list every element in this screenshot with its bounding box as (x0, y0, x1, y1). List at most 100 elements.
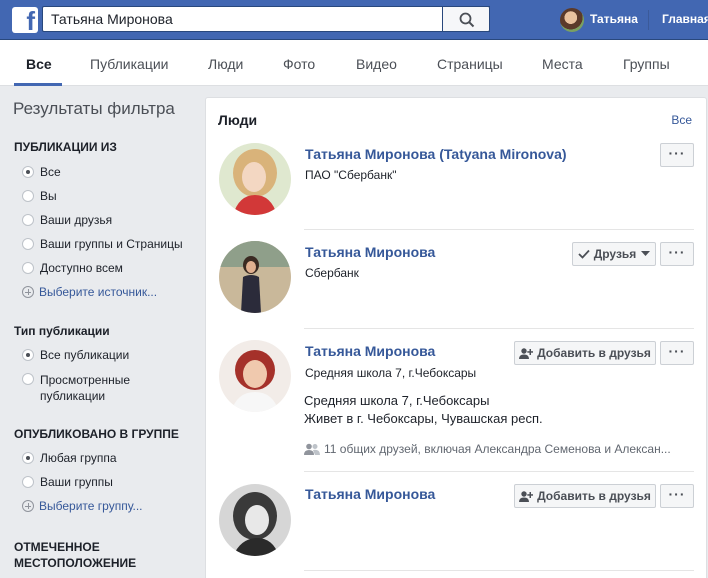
filter-option-any-group[interactable]: Любая группа (22, 451, 117, 465)
radio-checked-icon (22, 166, 34, 178)
person-name-link[interactable]: Татьяна Миронова (305, 343, 435, 359)
more-options-button[interactable]: ··· (660, 242, 694, 266)
check-icon (578, 249, 590, 259)
tab-photos[interactable]: Фото (283, 56, 315, 72)
filter-option-all[interactable]: Все (22, 165, 61, 179)
people-results-card: Люди Все Татьяна Миронова (Tatyana Miron… (205, 97, 707, 578)
user-avatar[interactable] (560, 8, 584, 32)
add-friend-button[interactable]: Добавить в друзья (514, 484, 656, 508)
more-icon: ··· (668, 486, 686, 502)
option-label: Ваши друзья (40, 213, 113, 227)
plus-icon (22, 286, 34, 298)
filter-option-all-posts[interactable]: Все публикации (22, 348, 129, 362)
more-options-button[interactable]: ··· (660, 143, 694, 167)
people-section-title: Люди (218, 112, 258, 128)
radio-icon (22, 238, 34, 250)
search-icon (459, 12, 475, 28)
tab-all[interactable]: Все (26, 56, 52, 72)
avatar[interactable] (219, 143, 291, 215)
radio-icon (22, 373, 34, 385)
filter-sidebar: Результаты фильтра ПУБЛИКАЦИИ ИЗ Все Вы … (0, 87, 200, 578)
filter-option-groups-pages[interactable]: Ваши группы и Страницы (22, 237, 183, 251)
search-tabs: Все Публикации Люди Фото Видео Страницы … (0, 40, 708, 86)
more-options-button[interactable]: ··· (660, 484, 694, 508)
more-icon: ··· (668, 244, 686, 260)
person-name-link[interactable]: Татьяна Миронова (305, 486, 435, 502)
divider (648, 10, 649, 30)
add-friend-button[interactable]: Добавить в друзья (514, 341, 656, 365)
button-label: Друзья (593, 247, 637, 261)
radio-icon (22, 262, 34, 274)
tab-groups[interactable]: Группы (623, 56, 670, 72)
person-name-link[interactable]: Татьяна Миронова (305, 244, 435, 260)
see-all-link[interactable]: Все (671, 113, 692, 127)
profile-photo (219, 484, 291, 556)
search-input[interactable]: Татьяна Миронова (42, 6, 490, 32)
facebook-logo-icon[interactable]: f (12, 7, 38, 33)
filter-option-friends[interactable]: Ваши друзья (22, 213, 112, 227)
tab-people[interactable]: Люди (208, 56, 243, 72)
filter-title: Результаты фильтра (13, 99, 175, 118)
top-bar: f Татьяна Миронова Татьяна Главная (0, 0, 708, 40)
section-heading-post-type: Тип публикации (14, 324, 110, 338)
option-label: Все (40, 165, 61, 179)
more-icon: ··· (668, 343, 686, 359)
choose-source-link[interactable]: Выберите источник... (22, 285, 157, 299)
tab-posts[interactable]: Публикации (90, 56, 168, 72)
filter-option-public[interactable]: Доступно всем (22, 261, 123, 275)
plus-icon (22, 500, 34, 512)
friends-dropdown-button[interactable]: Друзья (572, 242, 656, 266)
option-label: Ваши группы и Страницы (40, 237, 183, 251)
filter-option-you[interactable]: Вы (22, 189, 57, 203)
profile-photo (219, 143, 291, 215)
person-detail-location: Живет в г. Чебоксары, Чувашская респ. (304, 411, 543, 426)
tab-pages[interactable]: Страницы (437, 56, 503, 72)
radio-checked-icon (22, 452, 34, 464)
option-label: Доступно всем (40, 261, 123, 275)
chevron-down-icon (641, 251, 651, 256)
profile-photo (219, 340, 291, 412)
option-label: Вы (40, 189, 57, 203)
link-label: Выберите источник... (39, 285, 158, 299)
option-label: Просмотренные публикации (40, 373, 131, 403)
section-heading-posts-from: ПУБЛИКАЦИИ ИЗ (14, 140, 117, 154)
mutual-friends-text: 11 общих друзей, включая Александра Семе… (324, 442, 671, 456)
more-icon: ··· (668, 145, 686, 161)
choose-group-link[interactable]: Выберите группу... (22, 499, 143, 513)
mutual-friends[interactable]: 11 общих друзей, включая Александра Семе… (304, 442, 671, 456)
radio-icon (22, 190, 34, 202)
button-label: Добавить в друзья (537, 346, 651, 360)
link-label: Выберите группу... (39, 499, 143, 513)
option-label: Любая группа (40, 451, 117, 465)
active-tab-indicator (14, 83, 62, 86)
button-label: Добавить в друзья (537, 489, 651, 503)
section-heading-posted-in-group: ОПУБЛИКОВАНО В ГРУППЕ (14, 427, 179, 441)
divider (304, 328, 694, 329)
divider (304, 471, 694, 472)
section-heading-tagged-location: ОТМЕЧЕННОЕ МЕСТОПОЛОЖЕНИЕ (14, 540, 137, 570)
person-subtitle: ПАО "Сбербанк" (305, 168, 397, 182)
more-options-button[interactable]: ··· (660, 341, 694, 365)
tab-videos[interactable]: Видео (356, 56, 397, 72)
tab-places[interactable]: Места (542, 56, 583, 72)
filter-option-viewed-posts[interactable]: Просмотренные публикации (22, 372, 152, 404)
add-friend-icon (519, 490, 534, 502)
option-label: Ваши группы (40, 475, 113, 489)
person-detail-school: Средняя школа 7, г.Чебоксары (304, 393, 490, 408)
person-subtitle: Средняя школа 7, г.Чебоксары (305, 366, 477, 380)
filter-option-your-groups[interactable]: Ваши группы (22, 475, 113, 489)
divider (304, 229, 694, 230)
radio-checked-icon (22, 349, 34, 361)
avatar[interactable] (219, 241, 291, 313)
avatar[interactable] (219, 340, 291, 412)
search-button[interactable] (442, 6, 490, 32)
add-friend-icon (519, 347, 534, 359)
home-link[interactable]: Главная (662, 12, 708, 26)
person-name-link[interactable]: Татьяна Миронова (Tatyana Mironova) (305, 146, 567, 162)
divider (304, 570, 694, 571)
people-icon (304, 443, 320, 455)
profile-link[interactable]: Татьяна (590, 12, 638, 26)
avatar[interactable] (219, 484, 291, 556)
person-subtitle: Сбербанк (305, 266, 359, 280)
profile-photo (219, 241, 291, 313)
